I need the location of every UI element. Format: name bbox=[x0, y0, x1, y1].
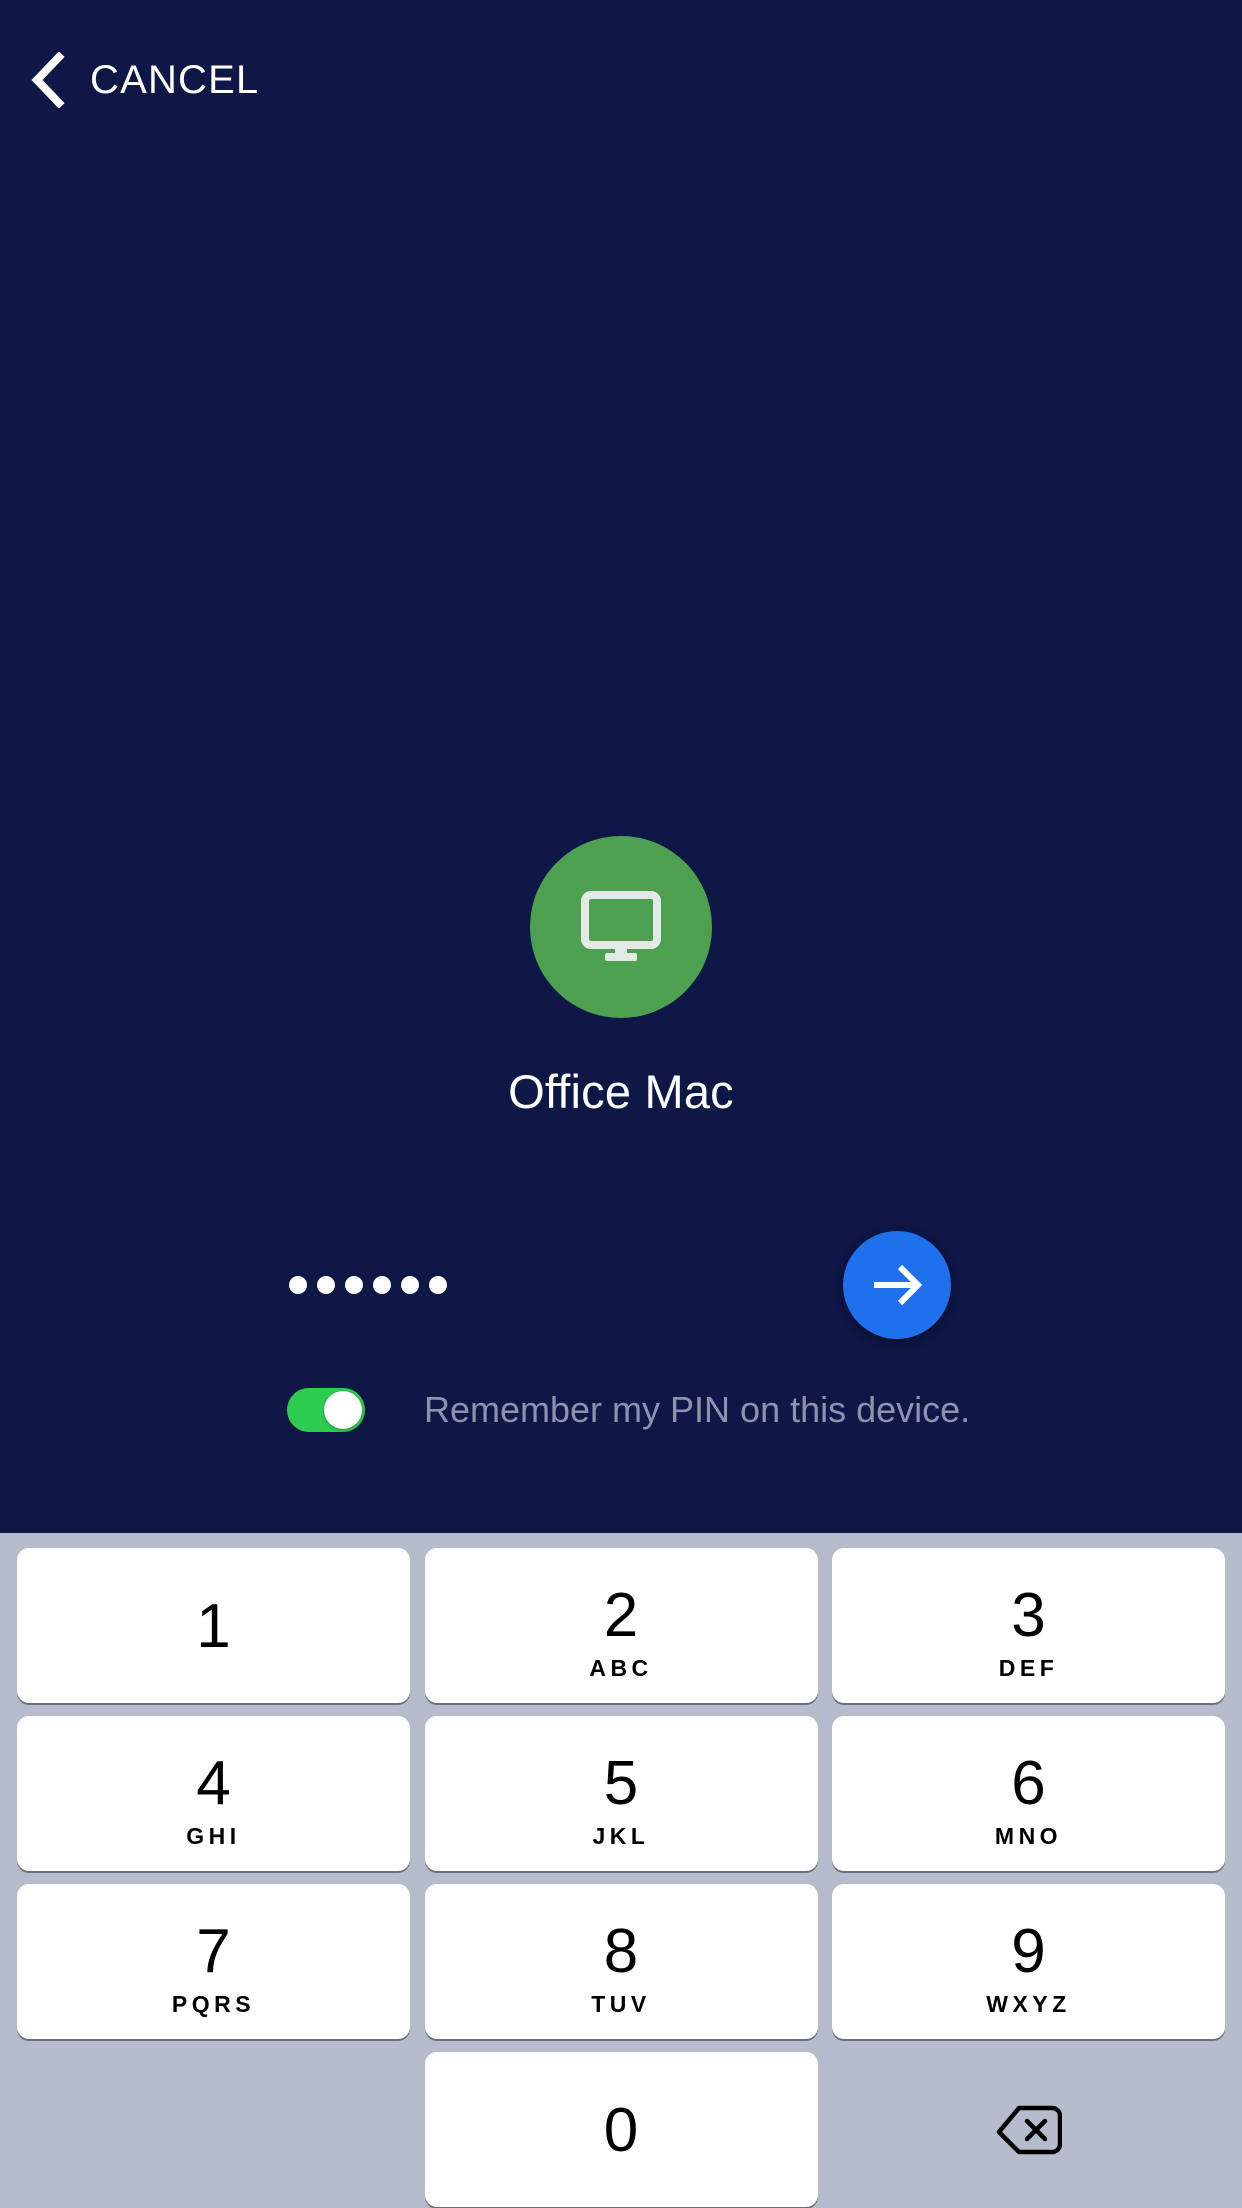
toggle-knob bbox=[324, 1391, 362, 1429]
key-7[interactable]: 7 PQRS bbox=[17, 1884, 410, 2039]
key-4[interactable]: 4 GHI bbox=[17, 1716, 410, 1871]
pin-dot bbox=[317, 1276, 335, 1294]
remember-pin-label: Remember my PIN on this device. bbox=[424, 1389, 971, 1430]
key-letters: TUV bbox=[591, 1991, 651, 2017]
chevron-left-icon bbox=[28, 52, 68, 108]
key-letters: ABC bbox=[589, 1655, 653, 1681]
pin-dot bbox=[345, 1276, 363, 1294]
key-digit: 2 bbox=[603, 1581, 639, 1650]
submit-button[interactable] bbox=[843, 1231, 951, 1339]
key-digit: 4 bbox=[196, 1749, 231, 1818]
key-digit: 9 bbox=[1011, 1917, 1046, 1986]
device-block: Office Mac bbox=[0, 836, 1242, 1115]
remember-pin-toggle[interactable] bbox=[287, 1388, 365, 1432]
pin-dots[interactable] bbox=[289, 1276, 447, 1294]
key-digit: 1 bbox=[196, 1591, 231, 1661]
key-digit: 7 bbox=[196, 1917, 231, 1986]
remember-pin-row: Remember my PIN on this device. bbox=[0, 1382, 1242, 1438]
key-letters: GHI bbox=[186, 1823, 241, 1849]
pin-dot bbox=[429, 1276, 447, 1294]
pin-entry-row bbox=[0, 1231, 1242, 1339]
key-2[interactable]: 2 ABC bbox=[424, 1548, 818, 1703]
device-avatar bbox=[530, 836, 712, 1018]
cancel-button[interactable]: CANCEL bbox=[0, 38, 289, 122]
backspace-button[interactable] bbox=[832, 2052, 1225, 2207]
keypad-spacer bbox=[17, 2052, 410, 2207]
key-digit: 0 bbox=[603, 2095, 639, 2165]
numeric-keypad: 1 2 ABC 3 DEF 4 GHI 5 JKL 6 MNO 7 PQRS 8 TUV 9 WXYZ 0 bbox=[0, 1533, 1242, 2208]
key-0[interactable]: 0 bbox=[424, 2052, 818, 2207]
monitor-icon bbox=[581, 891, 661, 963]
keypad-row: 7 PQRS 8 TUV 9 WXYZ bbox=[17, 1884, 1225, 2039]
key-5[interactable]: 5 JKL bbox=[424, 1716, 818, 1871]
keypad-row: 4 GHI 5 JKL 6 MNO bbox=[17, 1716, 1225, 1871]
pin-entry-screen: CANCEL Office Mac Remember my PIN on thi… bbox=[0, 0, 1242, 2208]
pin-dot bbox=[373, 1276, 391, 1294]
keypad-row: 0 bbox=[17, 2052, 1225, 2207]
key-letters: JKL bbox=[592, 1823, 650, 1849]
device-name: Office Mac bbox=[508, 1065, 734, 1118]
key-6[interactable]: 6 MNO bbox=[832, 1716, 1225, 1871]
backspace-icon bbox=[996, 2104, 1062, 2156]
key-letters: DEF bbox=[998, 1655, 1059, 1681]
key-digit: 6 bbox=[1011, 1749, 1046, 1818]
pin-dot bbox=[401, 1276, 419, 1294]
key-letters: MNO bbox=[994, 1823, 1063, 1849]
key-letters: WXYZ bbox=[986, 1991, 1071, 2017]
key-letters: PQRS bbox=[171, 1991, 256, 2017]
cancel-label: CANCEL bbox=[90, 58, 260, 102]
key-8[interactable]: 8 TUV bbox=[424, 1884, 818, 2039]
key-digit: 8 bbox=[603, 1917, 639, 1986]
arrow-right-icon bbox=[868, 1256, 926, 1314]
key-digit: 3 bbox=[1011, 1581, 1046, 1650]
key-1[interactable]: 1 bbox=[17, 1548, 410, 1703]
key-9[interactable]: 9 WXYZ bbox=[832, 1884, 1225, 2039]
key-digit: 5 bbox=[603, 1749, 639, 1818]
header-bar: CANCEL bbox=[0, 0, 1242, 160]
keypad-row: 1 2 ABC 3 DEF bbox=[17, 1548, 1225, 1703]
pin-dot bbox=[289, 1276, 307, 1294]
key-3[interactable]: 3 DEF bbox=[832, 1548, 1225, 1703]
